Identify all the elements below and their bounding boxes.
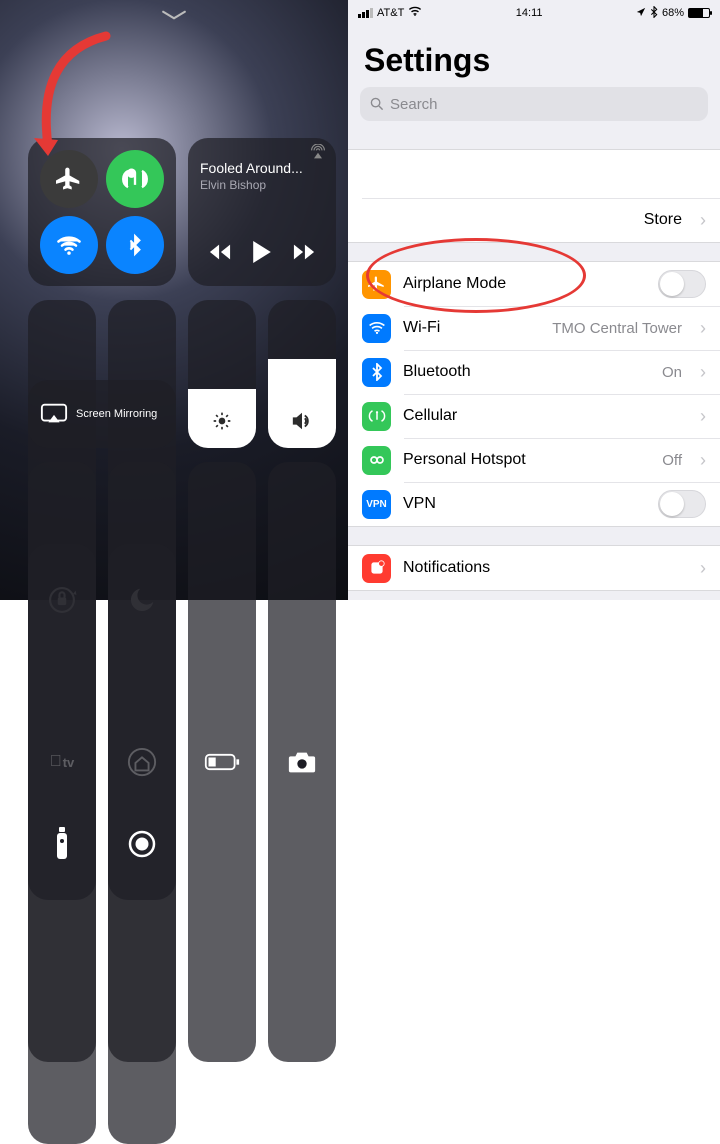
screen-record-button[interactable] [108,544,176,1144]
bluetooth-value: On [662,364,682,381]
chevron-right-icon: › [700,362,706,383]
notifications-icon [362,554,391,583]
wifi-row[interactable]: Wi-Fi TMO Central Tower › [348,306,720,350]
location-services-icon [636,7,646,20]
vpn-row[interactable]: VPN VPN [348,482,720,526]
connectivity-group [28,138,176,286]
bluetooth-label: Bluetooth [403,363,471,381]
store-label: Store [644,211,682,229]
track-artist: Elvin Bishop [200,178,324,192]
hotspot-icon [362,446,391,475]
airplane-label: Airplane Mode [403,275,506,293]
chevron-right-icon: › [700,558,706,579]
battery-icon [688,8,710,18]
chevron-right-icon: › [700,210,706,231]
search-icon [370,97,384,111]
wifi-value: TMO Central Tower [552,320,682,337]
play-button[interactable] [252,241,272,268]
store-row[interactable]: Store › [348,198,720,242]
apple-id-row[interactable] [348,150,720,198]
wifi-status-icon [408,6,422,20]
airplane-mode-row[interactable]: Airplane Mode [348,262,720,306]
previous-track-button[interactable] [209,244,231,265]
track-title: Fooled Around... [200,160,324,176]
airplane-icon [362,270,391,299]
volume-icon [291,411,313,436]
airplane-mode-switch[interactable] [658,270,706,298]
notifications-row[interactable]: Notifications › [348,546,720,590]
wifi-icon [362,314,391,343]
cellular-label: Cellular [403,407,457,425]
vpn-switch[interactable] [658,490,706,518]
chevron-right-icon: › [700,450,706,471]
volume-slider[interactable] [268,300,336,448]
settings-screen: AT&T 14:11 68% Settings Search Store › [348,0,720,600]
search-placeholder: Search [390,96,438,113]
bluetooth-row[interactable]: Bluetooth On › [348,350,720,394]
screen-mirroring-label: Screen Mirroring [76,408,157,420]
bluetooth-toggle[interactable] [106,216,164,274]
hotspot-row[interactable]: Personal Hotspot Off › [348,438,720,482]
page-title: Settings [364,42,704,79]
vpn-icon: VPN [362,490,391,519]
wifi-toggle[interactable] [40,216,98,274]
hotspot-value: Off [662,452,682,469]
chevron-right-icon: › [700,318,706,339]
battery-percent-label: 68% [662,7,684,19]
dismiss-chevron-icon[interactable] [161,8,187,27]
cellular-icon [362,402,391,431]
low-power-mode-button[interactable] [188,462,256,1062]
bluetooth-icon [362,358,391,387]
brightness-slider[interactable] [188,300,256,448]
status-bar: AT&T 14:11 68% [348,0,720,22]
control-center-panel: Fooled Around... Elvin Bishop Screen Mir… [0,0,348,600]
cellular-row[interactable]: Cellular › [348,394,720,438]
airplane-mode-toggle[interactable] [40,150,98,208]
carrier-label: AT&T [377,7,404,19]
camera-button[interactable] [268,462,336,1062]
flashlight-button[interactable] [28,544,96,1144]
notifications-label: Notifications [403,559,490,577]
bluetooth-status-icon [650,6,658,21]
cellular-signal-icon [358,8,373,18]
hotspot-label: Personal Hotspot [403,451,526,469]
brightness-icon [212,411,232,436]
now-playing-widget[interactable]: Fooled Around... Elvin Bishop [188,138,336,286]
wifi-label: Wi-Fi [403,319,440,337]
screen-mirroring-button[interactable]: Screen Mirroring [28,380,176,448]
vpn-label: VPN [403,495,436,513]
clock-label: 14:11 [516,7,543,19]
chevron-right-icon: › [700,406,706,427]
cellular-data-toggle[interactable] [106,150,164,208]
next-track-button[interactable] [293,244,315,265]
search-field[interactable]: Search [360,87,708,121]
